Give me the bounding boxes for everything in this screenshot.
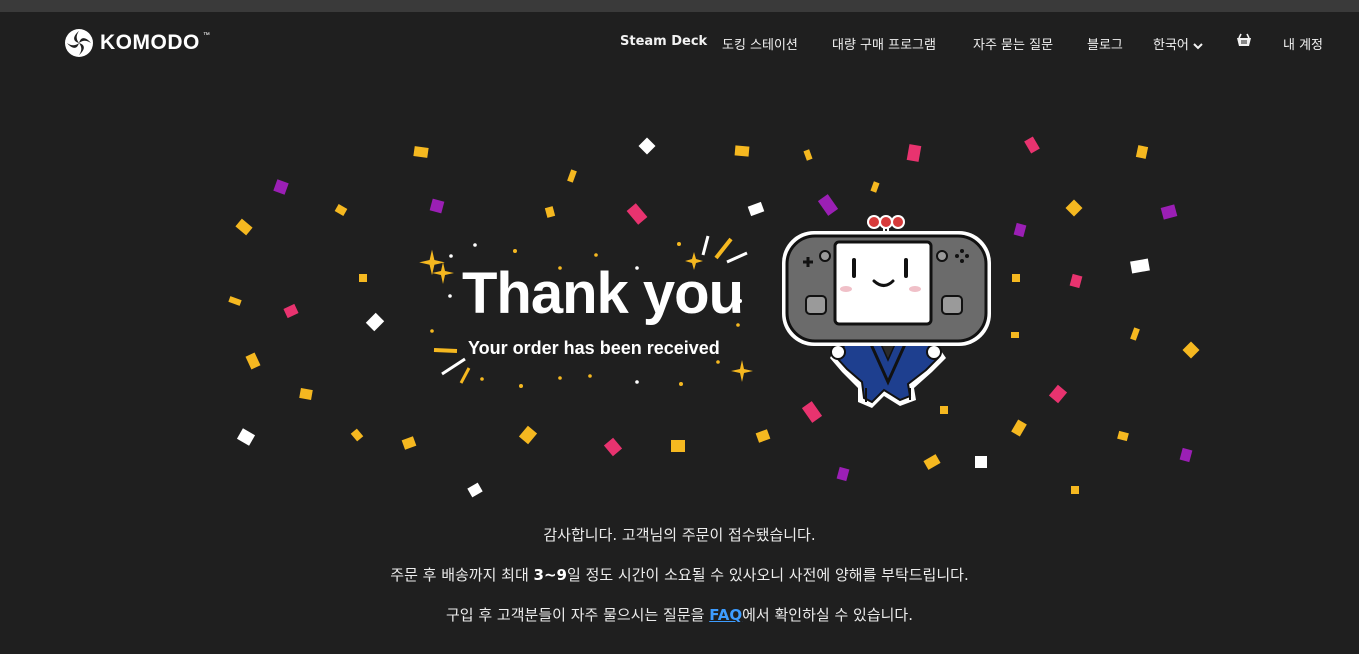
hero-title: Thank you	[462, 261, 744, 326]
game-console-mascot	[782, 215, 991, 408]
faq-notice-text-post: 에서 확인하실 수 있습니다.	[742, 606, 913, 624]
shipping-notice-text-pre: 주문 후 배송까지 최대	[390, 566, 534, 584]
confetti-illustration	[228, 136, 1200, 498]
shipping-days: 3~9	[533, 566, 567, 584]
thanks-message: 감사합니다. 고객님의 주문이 접수됐습니다.	[543, 526, 816, 544]
shipping-notice: 주문 후 배송까지 최대 3~9일 정도 시간이 소요될 수 있사오니 사전에 …	[0, 564, 1359, 585]
faq-notice: 구입 후 고객분들이 자주 물으시는 질문을 FAQ에서 확인하실 수 있습니다…	[0, 604, 1359, 625]
faq-link[interactable]: FAQ	[709, 606, 742, 624]
shipping-notice-text-post: 일 정도 시간이 소요될 수 있사오니 사전에 양해를 부탁드립니다.	[567, 566, 969, 584]
hero-subtitle: Your order has been received	[468, 338, 720, 358]
faq-notice-text-pre: 구입 후 고객분들이 자주 물으시는 질문을	[446, 606, 710, 624]
